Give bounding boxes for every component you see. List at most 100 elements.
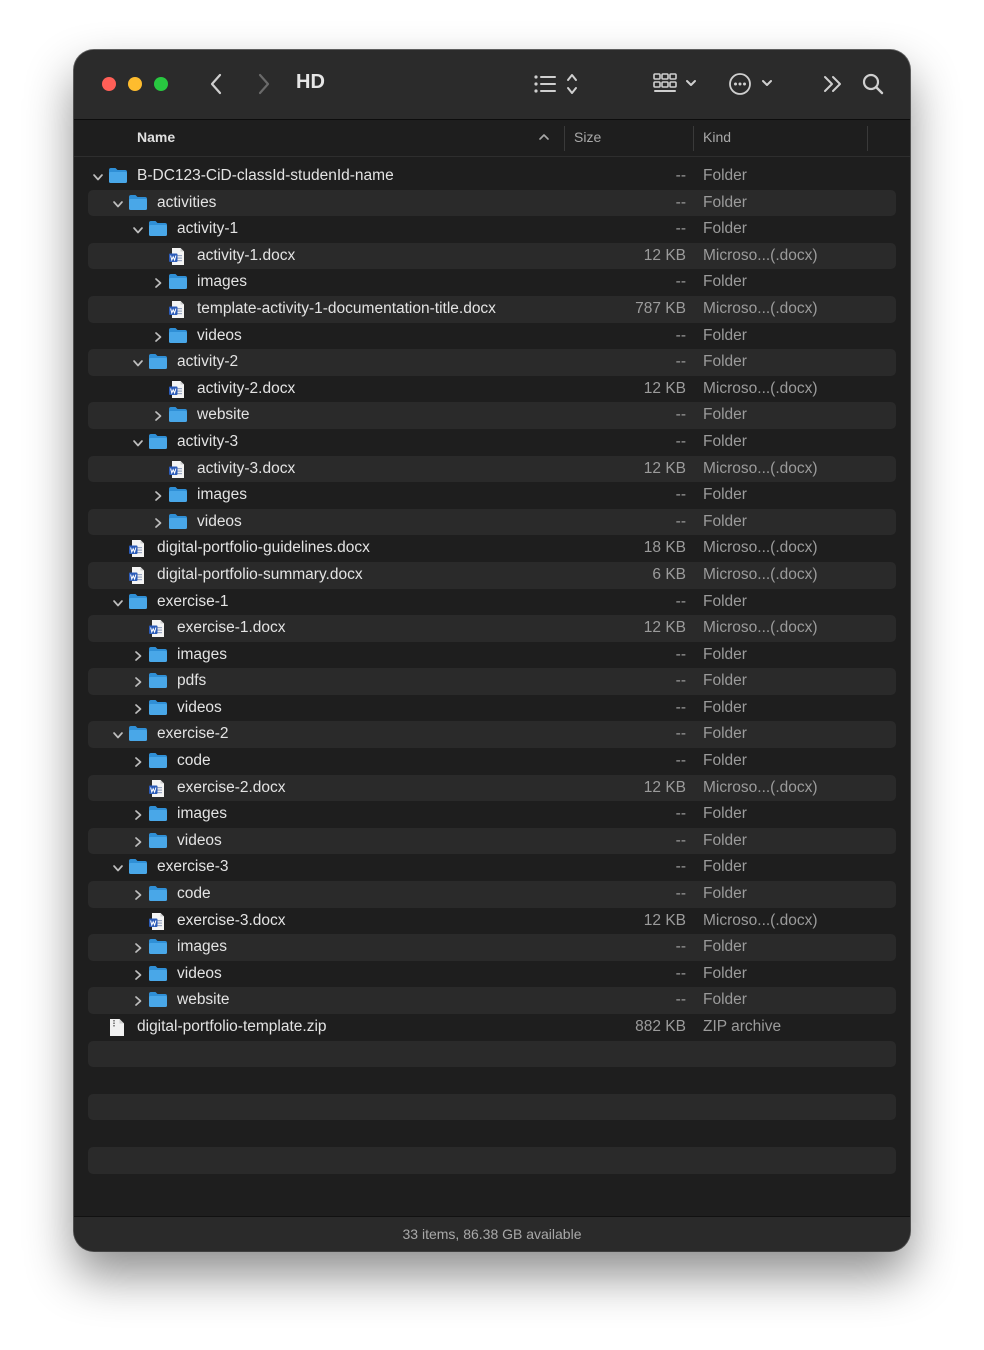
- chevron-right-icon[interactable]: [132, 968, 144, 980]
- chevron-right-icon[interactable]: [152, 276, 164, 289]
- chevron-right-icon: [258, 73, 270, 95]
- folder-row[interactable]: B-DC123-CiD-classId-studenId-name -- Folde…: [88, 163, 896, 190]
- file-size: 12 KB: [643, 911, 686, 929]
- file-row[interactable]: exercise-2.docx 12 KB Microso...(.docx): [88, 774, 896, 802]
- file-row[interactable]: template-activity-1-documentation-title.…: [88, 295, 896, 323]
- folder-row[interactable]: activity-3 -- Folder: [88, 429, 896, 456]
- file-kind: Folder: [703, 964, 747, 982]
- chevron-right-icon[interactable]: [132, 994, 144, 1007]
- file-kind: Folder: [703, 592, 747, 610]
- overflow-button[interactable]: [820, 70, 846, 98]
- zoom-window-button[interactable]: [154, 77, 168, 91]
- folder-row[interactable]: images -- Folder: [88, 642, 896, 669]
- file-name: exercise-2: [157, 725, 229, 743]
- file-size: 18 KB: [643, 539, 686, 557]
- chevron-down-icon[interactable]: [132, 436, 144, 448]
- chevron-down-icon[interactable]: [132, 223, 144, 235]
- chevron-right-icon[interactable]: [132, 675, 144, 688]
- folder-row[interactable]: pdfs -- Folder: [88, 668, 896, 695]
- file-row[interactable]: activity-3.docx 12 KB Microso...(.docx): [88, 455, 896, 483]
- chevron-down-icon[interactable]: [112, 596, 124, 608]
- folder-row[interactable]: images -- Folder: [88, 934, 896, 961]
- file-kind: Folder: [703, 220, 747, 238]
- column-divider[interactable]: [693, 126, 694, 151]
- folder-row[interactable]: videos -- Folder: [88, 508, 896, 536]
- folder-row[interactable]: videos -- Folder: [88, 323, 896, 350]
- folder-icon: [168, 273, 188, 295]
- folder-row[interactable]: videos -- Folder: [88, 961, 896, 988]
- sort-ascending-icon[interactable]: [538, 130, 550, 146]
- file-name: images: [177, 645, 227, 663]
- word-document-icon: [128, 539, 146, 563]
- folder-row[interactable]: code -- Folder: [88, 748, 896, 775]
- close-window-button[interactable]: [102, 77, 116, 91]
- file-name: videos: [177, 831, 222, 849]
- column-name-header[interactable]: Name: [137, 129, 175, 145]
- chevron-down-icon[interactable]: [132, 356, 144, 368]
- folder-row[interactable]: images -- Folder: [88, 482, 896, 509]
- file-size: --: [675, 406, 686, 424]
- folder-row[interactable]: website -- Folder: [88, 402, 896, 429]
- more-actions-button[interactable]: [728, 70, 776, 98]
- folder-row[interactable]: website -- Folder: [88, 987, 896, 1014]
- finder-window: HD Name Size Kind B-DC123-CiD-classId-st…: [74, 50, 910, 1251]
- folder-row[interactable]: videos -- Folder: [88, 695, 896, 722]
- folder-row[interactable]: code -- Folder: [88, 881, 896, 908]
- folder-icon: [168, 406, 188, 428]
- file-kind: Folder: [703, 938, 747, 956]
- file-kind: Folder: [703, 752, 747, 770]
- window-title: HD: [296, 71, 325, 93]
- chevron-left-icon: [210, 73, 222, 95]
- file-row[interactable]: activity-1.docx 12 KB Microso...(.docx): [88, 242, 896, 270]
- view-options-button[interactable]: [530, 70, 582, 98]
- chevron-right-icon[interactable]: [152, 330, 164, 342]
- chevron-right-icon[interactable]: [132, 755, 144, 767]
- folder-row[interactable]: exercise-3 -- Folder: [88, 854, 896, 881]
- file-row[interactable]: exercise-1.docx 12 KB Microso...(.docx): [88, 615, 896, 642]
- chevron-down-icon[interactable]: [112, 197, 124, 209]
- file-size: 12 KB: [643, 778, 686, 796]
- minimize-window-button[interactable]: [128, 77, 142, 91]
- search-button[interactable]: [860, 70, 886, 98]
- group-button[interactable]: [650, 70, 702, 98]
- file-row[interactable]: digital-portfolio-template.zip 882 KB ZIP …: [88, 1014, 896, 1041]
- folder-row[interactable]: exercise-1 -- Folder: [88, 589, 896, 616]
- chevron-right-icon[interactable]: [132, 941, 144, 954]
- toolbar: HD: [74, 50, 910, 120]
- chevron-right-icon[interactable]: [152, 516, 164, 528]
- chevron-down-icon[interactable]: [92, 170, 104, 182]
- folder-row[interactable]: exercise-2 -- Folder: [88, 721, 896, 749]
- file-name: digital-portfolio-guidelines.docx: [157, 539, 370, 557]
- chevron-down-icon[interactable]: [112, 728, 124, 740]
- file-size: 6 KB: [652, 565, 686, 583]
- chevron-right-icon[interactable]: [152, 409, 164, 422]
- file-row[interactable]: digital-portfolio-summary.docx 6 KB Micros…: [88, 561, 896, 589]
- back-button[interactable]: [202, 70, 230, 98]
- column-kind-header[interactable]: Kind: [703, 129, 731, 145]
- column-size-header[interactable]: Size: [574, 129, 601, 145]
- file-row[interactable]: activity-2.docx 12 KB Microso...(.docx): [88, 376, 896, 403]
- column-divider[interactable]: [564, 126, 565, 151]
- chevron-right-icon[interactable]: [132, 702, 144, 714]
- chevron-right-icon[interactable]: [152, 489, 164, 501]
- folder-icon: [128, 858, 148, 880]
- chevron-down-icon[interactable]: [112, 861, 124, 873]
- file-kind: Folder: [703, 831, 747, 849]
- folder-row[interactable]: images -- Folder: [88, 801, 896, 828]
- status-bar: 33 items, 86.38 GB available: [74, 1216, 910, 1251]
- folder-row[interactable]: images -- Folder: [88, 269, 896, 296]
- chevron-right-icon[interactable]: [132, 888, 144, 900]
- folder-row[interactable]: videos -- Folder: [88, 827, 896, 855]
- folder-row[interactable]: activity-2 -- Folder: [88, 349, 896, 376]
- forward-button[interactable]: [250, 70, 278, 98]
- file-row[interactable]: exercise-3.docx 12 KB Microso...(.docx): [88, 908, 896, 935]
- column-divider[interactable]: [867, 126, 868, 151]
- chevron-right-icon[interactable]: [132, 649, 144, 661]
- file-size: --: [675, 486, 686, 504]
- double-chevron-icon: [824, 76, 841, 92]
- chevron-right-icon[interactable]: [132, 808, 144, 821]
- file-row[interactable]: digital-portfolio-guidelines.docx 18 KB Mi…: [88, 535, 896, 562]
- chevron-right-icon[interactable]: [132, 835, 144, 847]
- folder-row[interactable]: activity-1 -- Folder: [88, 216, 896, 243]
- folder-row[interactable]: activities -- Folder: [88, 189, 896, 217]
